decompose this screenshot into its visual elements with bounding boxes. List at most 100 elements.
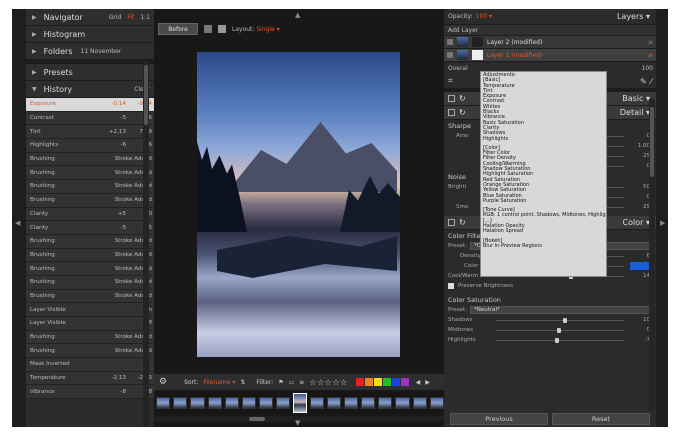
filmstrip-thumbnail[interactable]	[156, 397, 171, 409]
opacity-select[interactable]: 100 ▾	[476, 13, 492, 20]
history-row[interactable]: Clarity -5 -5	[26, 221, 156, 235]
history-row[interactable]: Vibrance -8 -8	[26, 385, 156, 400]
layer-row[interactable]: Layer 2 (modified) ≡	[444, 36, 656, 49]
visibility-icon[interactable]	[447, 39, 453, 45]
toggle-icon[interactable]	[448, 95, 455, 102]
history-row[interactable]: Layer VisibleOff	[26, 317, 156, 331]
history-row[interactable]: Brushing Stroke Added	[26, 152, 156, 167]
add-layer-button[interactable]: Add Layer	[444, 25, 656, 36]
gear-icon[interactable]: ⚙	[159, 377, 167, 387]
layer-menu-icon[interactable]: ≡	[648, 52, 653, 59]
highlights-slider[interactable]	[496, 337, 624, 343]
histogram-header[interactable]: ▶ Histogram	[26, 26, 156, 43]
filmstrip-thumbnail[interactable]	[412, 397, 427, 409]
history-row[interactable]: Brushing Stroke Added	[26, 180, 156, 194]
filmstrip-thumbnail[interactable]	[343, 397, 359, 409]
color-label-swatch[interactable]	[382, 378, 391, 386]
filmstrip-thumbnail[interactable]	[361, 397, 376, 409]
history-row[interactable]: Brushing Stroke Added	[26, 248, 156, 263]
split-view-icon[interactable]	[218, 25, 226, 33]
folders-header[interactable]: ▶ Folders 11 November	[26, 43, 156, 60]
rating-operator-icon[interactable]: ≥	[299, 379, 304, 386]
layer-row-active[interactable]: Layer 1 (modified) ≡	[444, 49, 656, 62]
color-label-swatch[interactable]	[373, 378, 382, 386]
history-row[interactable]: Highlights -6 -6	[26, 139, 156, 153]
filmstrip-thumbnail[interactable]	[309, 397, 324, 409]
comment-icon[interactable]: ▭	[289, 379, 295, 386]
scrollbar-thumb[interactable]	[650, 107, 654, 177]
sat-preset-select[interactable]: *Neutral*	[470, 306, 650, 314]
star-rating-filter[interactable]: ☆☆☆☆☆	[309, 378, 347, 387]
history-row[interactable]: Brushing Stroke Added	[26, 289, 156, 304]
fit-toggle[interactable]: Fit	[127, 14, 134, 21]
reset-icon[interactable]: ↻	[459, 108, 466, 117]
shadows-slider[interactable]	[496, 317, 624, 323]
presets-header[interactable]: ▶ Presets	[26, 64, 156, 81]
history-row[interactable]: Brushing Stroke Added	[26, 330, 156, 345]
eyedropper-icon[interactable]: ⁄	[651, 77, 652, 86]
next-arrow-icon[interactable]: ▶	[425, 379, 430, 386]
visibility-icon[interactable]	[447, 52, 453, 58]
history-row[interactable]: Temperature-2.13-2.13	[26, 371, 156, 386]
history-row[interactable]: Brushing Stroke Added	[26, 275, 156, 290]
history-row[interactable]: Contrast-516	[26, 111, 156, 126]
scrollbar-thumb[interactable]	[249, 417, 265, 421]
color-label-filter[interactable]	[355, 378, 409, 386]
reset-icon[interactable]: ↻	[459, 94, 466, 103]
preserve-brightness-checkbox[interactable]	[448, 283, 454, 289]
sort-select[interactable]: Filename ▾	[203, 379, 235, 386]
filmstrip-thumbnail[interactable]	[429, 397, 444, 409]
toggle-icon[interactable]	[448, 219, 455, 226]
filmstrip-thumbnail[interactable]	[326, 397, 341, 409]
history-row[interactable]: Layer VisibleOn	[26, 303, 156, 317]
history-row[interactable]: Brushing Stroke Added	[26, 193, 156, 208]
collapse-right-panel-icon[interactable]: ▶	[660, 219, 668, 227]
filmstrip-thumbnail[interactable]	[207, 397, 222, 409]
layer-menu-icon[interactable]: ≡	[648, 39, 653, 46]
reset-button[interactable]: Reset	[552, 413, 650, 425]
filter-color-swatch[interactable]	[630, 262, 650, 270]
navigator-header[interactable]: ▶ Navigator Grid Fit 1:1	[26, 9, 156, 26]
color-label-swatch[interactable]	[364, 378, 373, 386]
sort-direction-icon[interactable]: ⇅	[240, 379, 245, 386]
history-scrollbar[interactable]	[143, 61, 149, 427]
history-header[interactable]: ▼ History Clear	[26, 81, 156, 98]
layout-select[interactable]: Layout: Single ▾	[232, 26, 280, 33]
flag-icon[interactable]: ⚑	[278, 379, 283, 386]
history-row[interactable]: Tint+2.137.09	[26, 125, 156, 140]
history-row[interactable]: Clarity +5 0	[26, 207, 156, 222]
basic-toggle[interactable]: Basic ▾	[622, 94, 650, 103]
filmstrip-thumbnail[interactable]	[395, 397, 410, 409]
detail-toggle[interactable]: Detail ▾	[620, 108, 650, 117]
filmstrip-thumbnail[interactable]	[190, 397, 205, 409]
collapse-bottom-icon[interactable]: ▼	[295, 419, 303, 427]
midtones-slider[interactable]	[496, 327, 624, 333]
scrollbar-thumb[interactable]	[144, 65, 148, 125]
filmstrip-thumbnail[interactable]	[241, 397, 257, 409]
color-toggle[interactable]: Color ▾	[623, 218, 650, 227]
previous-button[interactable]: Previous	[450, 413, 548, 425]
history-row[interactable]: Brushing Stroke Added	[26, 344, 156, 359]
one-to-one-toggle[interactable]: 1:1	[140, 14, 150, 21]
filmstrip-thumbnail[interactable]	[259, 397, 274, 409]
history-row[interactable]: Mask Inverted	[26, 358, 156, 372]
filmstrip-thumbnail[interactable]	[378, 397, 393, 409]
reset-icon[interactable]: ↻	[459, 218, 466, 227]
prev-arrow-icon[interactable]: ◀	[416, 379, 421, 386]
slider-knob[interactable]	[562, 317, 567, 323]
filmstrip-thumbnail[interactable]	[173, 397, 188, 409]
grid-toggle[interactable]: Grid	[109, 14, 122, 21]
color-label-swatch[interactable]	[391, 378, 400, 386]
toggle-icon[interactable]	[448, 109, 455, 116]
compare-view-icon[interactable]	[204, 25, 212, 33]
history-row[interactable]: Exposure-0.14-0.14	[26, 98, 156, 112]
color-label-swatch[interactable]	[400, 378, 409, 386]
history-row[interactable]: Brushing Stroke Added	[26, 262, 156, 276]
history-row[interactable]: Brushing Stroke Added	[26, 166, 156, 181]
main-photo[interactable]	[197, 52, 400, 357]
slider-knob[interactable]	[557, 327, 562, 333]
slider-knob[interactable]	[554, 337, 559, 343]
collapse-left-panel-icon[interactable]: ◀	[15, 219, 23, 227]
right-panel-scrollbar[interactable]	[649, 99, 655, 411]
collapse-top-icon[interactable]: ▲	[295, 11, 303, 19]
